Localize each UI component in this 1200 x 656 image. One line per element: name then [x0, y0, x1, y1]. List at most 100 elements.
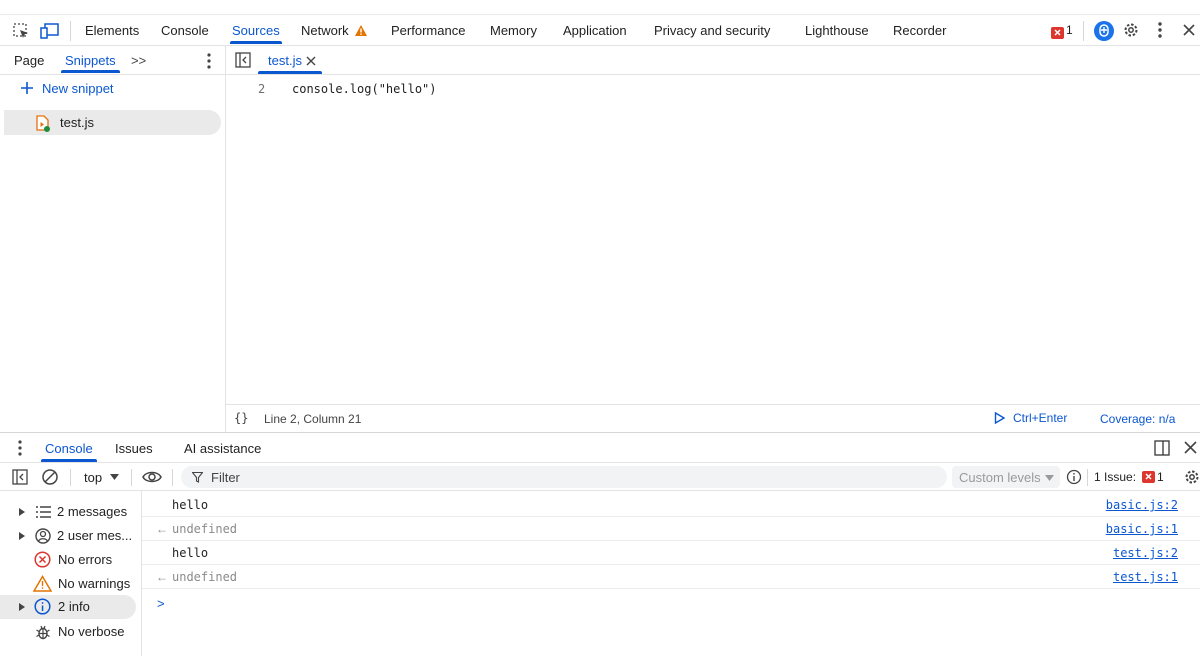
tab-recorder[interactable]: Recorder	[893, 15, 946, 46]
editor-tab-label: test.js	[268, 53, 302, 68]
editor-tab-bar: test.js	[226, 46, 1200, 75]
warning-triangle-icon	[33, 575, 52, 592]
drawer-tab-issues[interactable]: Issues	[115, 433, 153, 464]
issues-count: 1	[1157, 470, 1164, 484]
message-text: undefined	[172, 522, 238, 536]
toolbar-divider	[1087, 469, 1088, 486]
message-text: hello	[172, 498, 209, 512]
tab-console[interactable]: Console	[161, 15, 209, 46]
sidebar-item-user-messages[interactable]: 2 user mes...	[0, 524, 136, 548]
device-toolbar-icon[interactable]	[40, 22, 60, 40]
filter-placeholder: Filter	[211, 470, 240, 485]
more-options-icon[interactable]	[1157, 21, 1163, 39]
code-text: console.log("hello")	[292, 82, 437, 96]
clear-console-icon[interactable]	[41, 468, 59, 486]
tab-network[interactable]: Network	[301, 15, 368, 46]
toolbar-divider	[131, 469, 132, 486]
drawer-tab-ai-assistance[interactable]: AI assistance	[184, 433, 261, 464]
snippet-file-name: test.js	[60, 115, 94, 130]
message-source-link[interactable]: basic.js:2	[1106, 498, 1178, 512]
filter-funnel-icon	[192, 472, 203, 483]
sidebar-item-info[interactable]: 2 info	[0, 595, 136, 619]
run-shortcut-label: Ctrl+Enter	[1013, 411, 1068, 425]
console-settings-gear-icon[interactable]	[1183, 468, 1200, 486]
dock-drawer-icon[interactable]	[1154, 440, 1170, 456]
plus-icon	[21, 82, 33, 94]
error-badge[interactable]	[1051, 25, 1064, 40]
tab-sources[interactable]: Sources	[230, 15, 282, 46]
pretty-print-icon[interactable]: {}	[234, 411, 248, 425]
more-tabs-chevron-icon[interactable]: >>	[131, 46, 146, 75]
tab-performance[interactable]: Performance	[391, 15, 465, 46]
filter-input[interactable]: Filter	[181, 466, 947, 488]
tab-lighthouse[interactable]: Lighthouse	[805, 15, 869, 46]
editor-status-bar: {} Line 2, Column 21 Ctrl+Enter Coverage…	[226, 404, 1200, 432]
main-tab-bar: Elements Console Sources Network Perform…	[0, 14, 1200, 46]
error-icon	[1142, 471, 1155, 483]
sidebar-item-verbose[interactable]: No verbose	[0, 620, 136, 644]
prompt-chevron-icon: >	[157, 596, 165, 611]
sidebar-item-errors[interactable]: No errors	[0, 548, 136, 572]
toggle-sidebar-icon[interactable]	[12, 469, 28, 485]
pane-divider[interactable]	[225, 46, 226, 432]
live-expression-eye-icon[interactable]	[142, 469, 162, 485]
drawer-menu-icon[interactable]	[17, 439, 23, 457]
issues-counter[interactable]: 1 Issue: 1	[1094, 463, 1168, 491]
log-levels-dropdown[interactable]: Custom levels	[952, 466, 1060, 488]
expand-arrow-icon	[19, 532, 25, 540]
ai-assistant-icon[interactable]	[1093, 20, 1115, 42]
close-devtools-icon[interactable]	[1182, 23, 1196, 37]
info-icon[interactable]	[1066, 469, 1082, 485]
console-result-row[interactable]: ← undefined basic.js:1	[142, 517, 1200, 541]
tab-application[interactable]: Application	[563, 15, 627, 46]
cursor-position: Line 2, Column 21	[264, 412, 362, 426]
issues-label: 1 Issue:	[1094, 470, 1137, 484]
context-label: top	[84, 470, 103, 485]
navigator-tab-bar: Page Snippets >>	[0, 46, 226, 75]
console-message-row[interactable]: hello test.js:2	[142, 541, 1200, 565]
expand-arrow-icon	[19, 508, 25, 516]
tab-elements[interactable]: Elements	[85, 15, 139, 46]
info-circle-icon	[34, 598, 51, 615]
toolbar-divider	[172, 469, 173, 486]
message-text: hello	[172, 546, 209, 560]
inspect-element-icon[interactable]	[12, 22, 30, 40]
toggle-navigator-icon[interactable]	[235, 52, 251, 68]
snippet-file-icon	[36, 115, 50, 132]
close-drawer-icon[interactable]	[1184, 441, 1197, 454]
sidebar-item-messages[interactable]: 2 messages	[0, 500, 136, 524]
settings-gear-icon[interactable]	[1122, 21, 1140, 39]
chevron-down-icon	[110, 474, 119, 480]
coverage-link[interactable]: Coverage: n/a	[1100, 412, 1175, 426]
toolbar-divider	[70, 469, 71, 486]
sidebar-label: No verbose	[58, 624, 125, 639]
console-message-row[interactable]: hello basic.js:2	[142, 493, 1200, 517]
new-snippet-label: New snippet	[42, 81, 114, 96]
close-tab-icon[interactable]	[306, 56, 316, 66]
return-arrow-icon: ←	[156, 522, 168, 536]
tab-privacy-security[interactable]: Privacy and security	[654, 15, 770, 46]
snippet-file-item[interactable]: test.js	[4, 110, 221, 135]
console-toolbar: top Filter Custom levels 1 Issue: 1	[0, 463, 1200, 491]
console-result-row[interactable]: ← undefined test.js:1	[142, 565, 1200, 589]
sidebar-item-warnings[interactable]: No warnings	[0, 572, 136, 596]
message-text: undefined	[172, 570, 238, 584]
message-source-link[interactable]: test.js:1	[1113, 570, 1178, 584]
line-number: 2	[258, 82, 266, 96]
tab-memory[interactable]: Memory	[490, 15, 537, 46]
code-line[interactable]: 2 console.log("hello")	[226, 80, 1200, 98]
sidebar-label: 2 user mes...	[57, 528, 133, 543]
message-source-link[interactable]: test.js:2	[1113, 546, 1178, 560]
return-arrow-icon: ←	[156, 570, 168, 584]
navigator-menu-icon[interactable]	[206, 52, 212, 70]
console-prompt-input[interactable]: >	[142, 592, 1200, 618]
active-tab-indicator	[258, 71, 322, 74]
message-source-link[interactable]: basic.js:1	[1106, 522, 1178, 536]
tab-snippets[interactable]: Snippets	[61, 46, 120, 75]
toolbar-divider	[1083, 21, 1084, 41]
sidebar-label: 2 messages	[57, 504, 128, 519]
drawer-tab-console[interactable]: Console	[41, 433, 97, 464]
error-icon	[1051, 27, 1064, 39]
tab-page[interactable]: Page	[14, 46, 44, 75]
chevron-down-icon	[1045, 475, 1054, 481]
